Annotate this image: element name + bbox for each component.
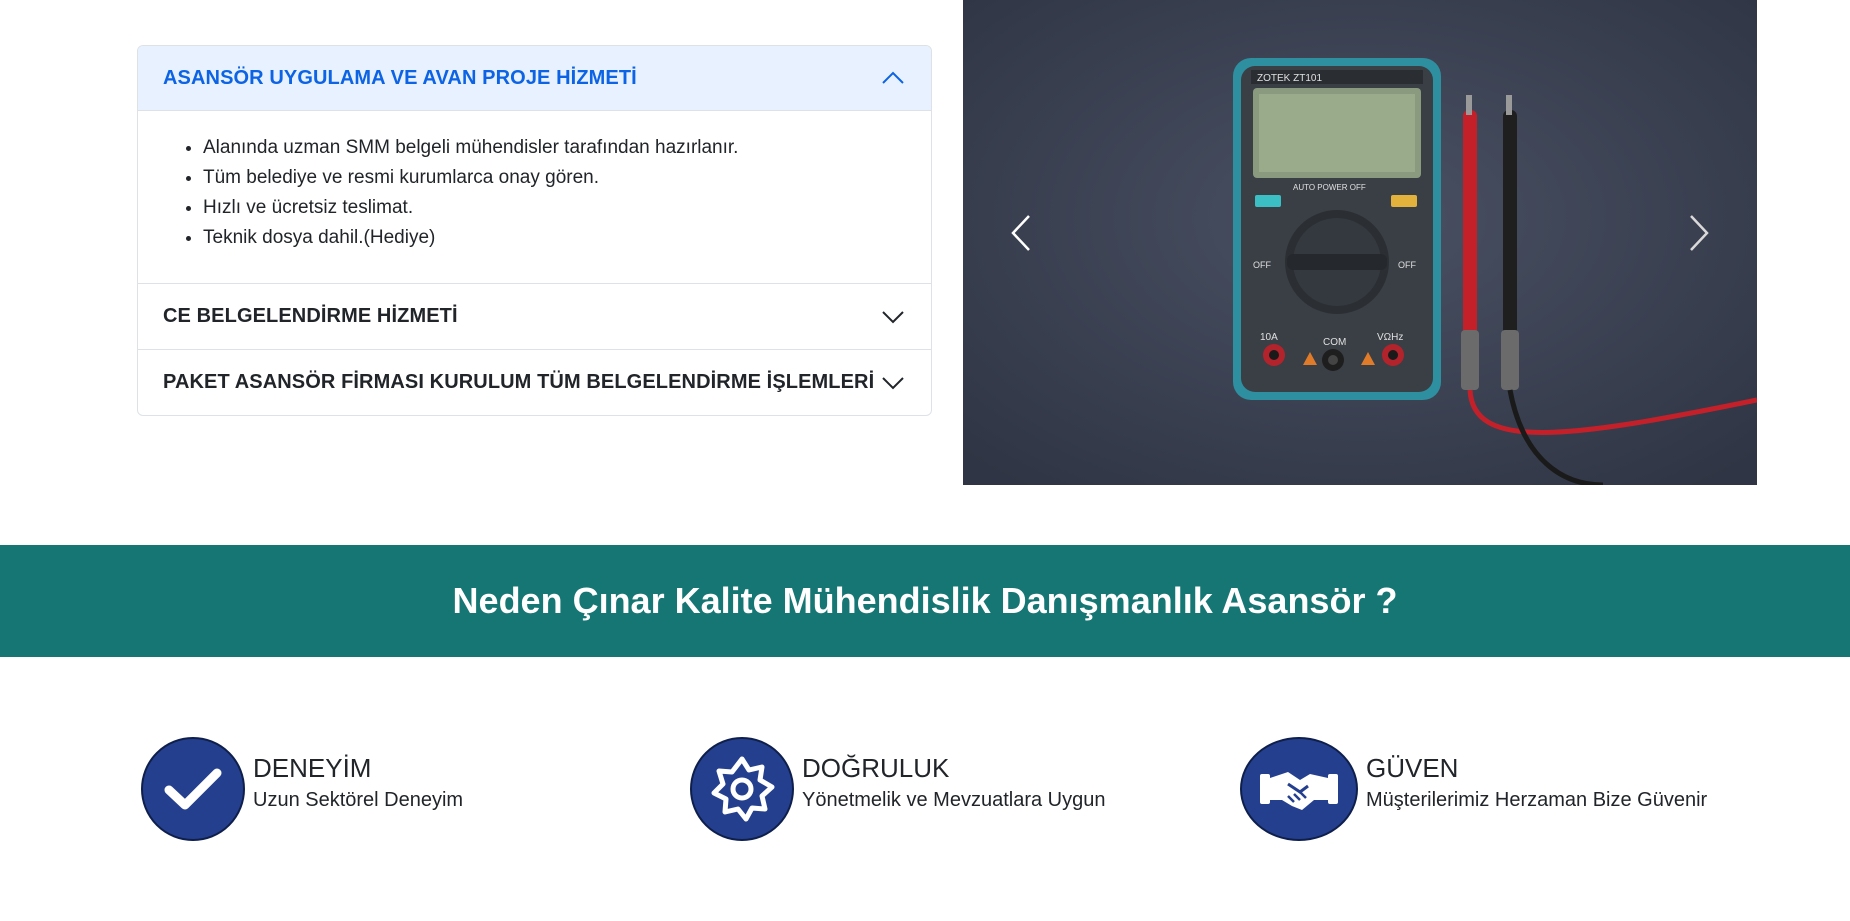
- accordion-title: ASANSÖR UYGULAMA VE AVAN PROJE HİZMETİ: [163, 66, 637, 89]
- accordion-item-paket-asansor: PAKET ASANSÖR FİRMASI KURULUM TÜM BELGEL…: [138, 350, 931, 415]
- feature-subtitle: Uzun Sektörel Deneyim: [253, 789, 464, 811]
- svg-text:OFF: OFF: [1398, 260, 1416, 270]
- chevron-right-icon: [1687, 213, 1711, 258]
- accordion-title: PAKET ASANSÖR FİRMASI KURULUM TÜM BELGEL…: [163, 371, 875, 393]
- gear-icon: [690, 737, 794, 841]
- chevron-down-icon: [881, 371, 905, 395]
- image-carousel: ZOTEK ZT101 AUTO POWER OFF OFF OFF 10A C…: [963, 0, 1757, 485]
- svg-text:OFF: OFF: [1253, 260, 1271, 270]
- multimeter-photo: ZOTEK ZT101 AUTO POWER OFF OFF OFF 10A C…: [963, 0, 1757, 485]
- feature-trust: GÜVEN Müşterilerimiz Herzaman Bize Güven…: [1240, 737, 1707, 841]
- list-item: Tüm belediye ve resmi kurumlarca onay gö…: [203, 163, 906, 193]
- carousel-prev-button[interactable]: [991, 200, 1051, 270]
- accordion-header-paket-asansor[interactable]: PAKET ASANSÖR FİRMASI KURULUM TÜM BELGEL…: [138, 350, 931, 415]
- list-item: Hızlı ve ücretsiz teslimat.: [203, 193, 906, 223]
- feature-text: DENEYİM Uzun Sektörel Deneyim: [253, 737, 463, 812]
- chevron-down-icon: [881, 305, 905, 329]
- accordion-header-avan-proje[interactable]: ASANSÖR UYGULAMA VE AVAN PROJE HİZMETİ: [138, 46, 931, 111]
- feature-text: GÜVEN Müşterilerimiz Herzaman Bize Güven…: [1366, 737, 1707, 812]
- feature-text: DOĞRULUK Yönetmelik ve Mevzuatlara Uygun: [802, 737, 1105, 812]
- chevron-up-icon: [881, 66, 905, 90]
- list-item: Teknik dosya dahil.(Hediye): [203, 223, 906, 253]
- feature-accuracy: DOĞRULUK Yönetmelik ve Mevzuatlara Uygun: [690, 737, 1105, 841]
- carousel-next-button[interactable]: [1669, 200, 1729, 270]
- svg-text:COM: COM: [1323, 337, 1346, 348]
- svg-text:ZOTEK ZT101: ZOTEK ZT101: [1257, 73, 1322, 84]
- feature-subtitle: Müşterilerimiz Herzaman Bize Güvenir: [1366, 789, 1708, 811]
- why-us-banner: Neden Çınar Kalite Mühendislik Danışmanl…: [0, 545, 1850, 657]
- list-item: Alanında uzman SMM belgeli mühendisler t…: [203, 133, 906, 163]
- svg-text:AUTO POWER OFF: AUTO POWER OFF: [1293, 183, 1366, 192]
- feature-list: Alanında uzman SMM belgeli mühendisler t…: [163, 133, 906, 253]
- svg-text:10A: 10A: [1260, 332, 1278, 343]
- chevron-left-icon: [1009, 213, 1033, 258]
- handshake-icon: [1240, 737, 1358, 841]
- feature-subtitle: Yönetmelik ve Mevzuatlara Uygun: [802, 789, 1106, 811]
- feature-title: GÜVEN: [1366, 753, 1459, 783]
- accordion-header-ce-belgelendirme[interactable]: CE BELGELENDİRME HİZMETİ: [138, 284, 931, 349]
- feature-title: DENEYİM: [253, 753, 372, 783]
- accordion-item-ce-belgelendirme: CE BELGELENDİRME HİZMETİ: [138, 284, 931, 350]
- feature-title: DOĞRULUK: [802, 753, 950, 783]
- accordion-item-avan-proje: ASANSÖR UYGULAMA VE AVAN PROJE HİZMETİ A…: [138, 46, 931, 284]
- checkmark-icon: [141, 737, 245, 841]
- svg-text:VΩHz: VΩHz: [1377, 332, 1403, 343]
- accordion-body: Alanında uzman SMM belgeli mühendisler t…: [138, 111, 931, 283]
- banner-heading: Neden Çınar Kalite Mühendislik Danışmanl…: [452, 580, 1398, 621]
- services-accordion: ASANSÖR UYGULAMA VE AVAN PROJE HİZMETİ A…: [137, 45, 932, 416]
- feature-experience: DENEYİM Uzun Sektörel Deneyim: [141, 737, 463, 841]
- accordion-title: CE BELGELENDİRME HİZMETİ: [163, 305, 458, 327]
